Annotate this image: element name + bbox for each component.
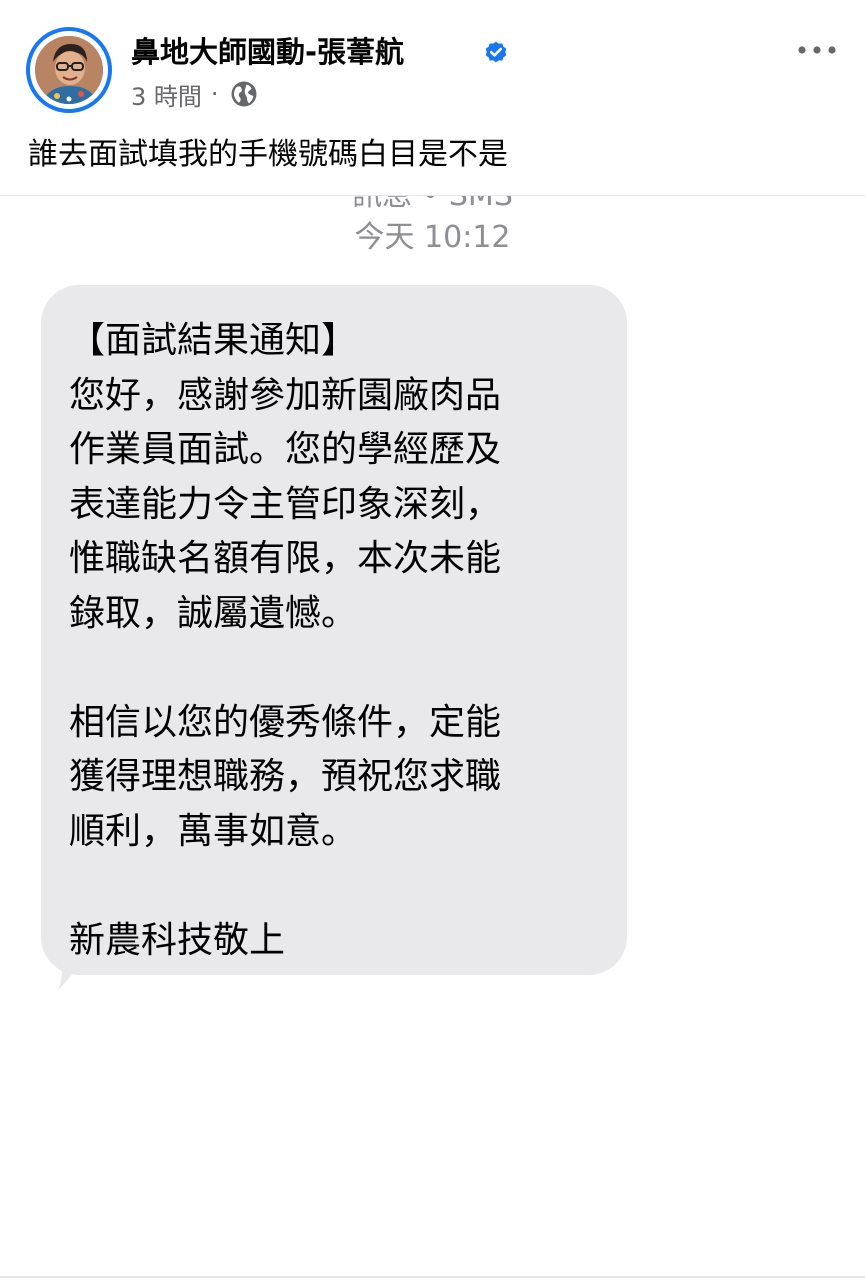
author-name[interactable]: 鼻地大師國動-張葦航 [131,32,404,72]
sms-header: 訊息 • SMS [0,196,865,214]
message-line: 您好，感謝參加新園廠肉品 [69,374,502,416]
profile-photo-drawing [35,36,103,104]
verified-badge-icon [485,41,507,63]
sms-timestamp: 今天 10:12 [354,220,511,255]
message-line: 順利，萬事如意。 [69,810,358,852]
message-line: 獲得理想職務，預祝您求職 [69,756,502,797]
bottom-divider [0,1276,865,1278]
post-meta: 3 時間 · [131,76,259,112]
post-time[interactable]: 3 時間 [131,77,202,112]
message-line: 作業員面試。您的學經歷及 [69,429,502,470]
message-text: 【面試結果通知】 您好，感謝參加新園廠肉品 作業員面試。您的學經歷及 表達能力令… [69,314,501,968]
meta-separator: · [210,80,219,108]
more-options-button[interactable] [792,30,842,70]
message-line: 相信以您的優秀條件，定能 [69,701,502,743]
post-photo[interactable]: 訊息 • SMS 今天 10:12 【面試結果通知】 您好，感謝參加新園廠肉品 … [0,196,865,1275]
message-line: 新農科技敬上 [69,919,286,961]
post-text: 誰去面試填我的手機號碼白目是不是 [28,137,508,172]
avatar[interactable] [26,27,112,113]
profile-photo [35,36,103,104]
globe-icon[interactable] [229,79,259,109]
message-line: 惟職缺名額有限，本次未能 [69,538,502,579]
message-line: 表達能力令主管印象深刻， [69,483,502,525]
message-line [69,859,501,914]
more-options-icon [798,46,836,54]
message-line: 【面試結果通知】 [69,320,358,361]
message-line [69,641,501,696]
message-line: 錄取，誠屬遺憾。 [69,592,358,634]
